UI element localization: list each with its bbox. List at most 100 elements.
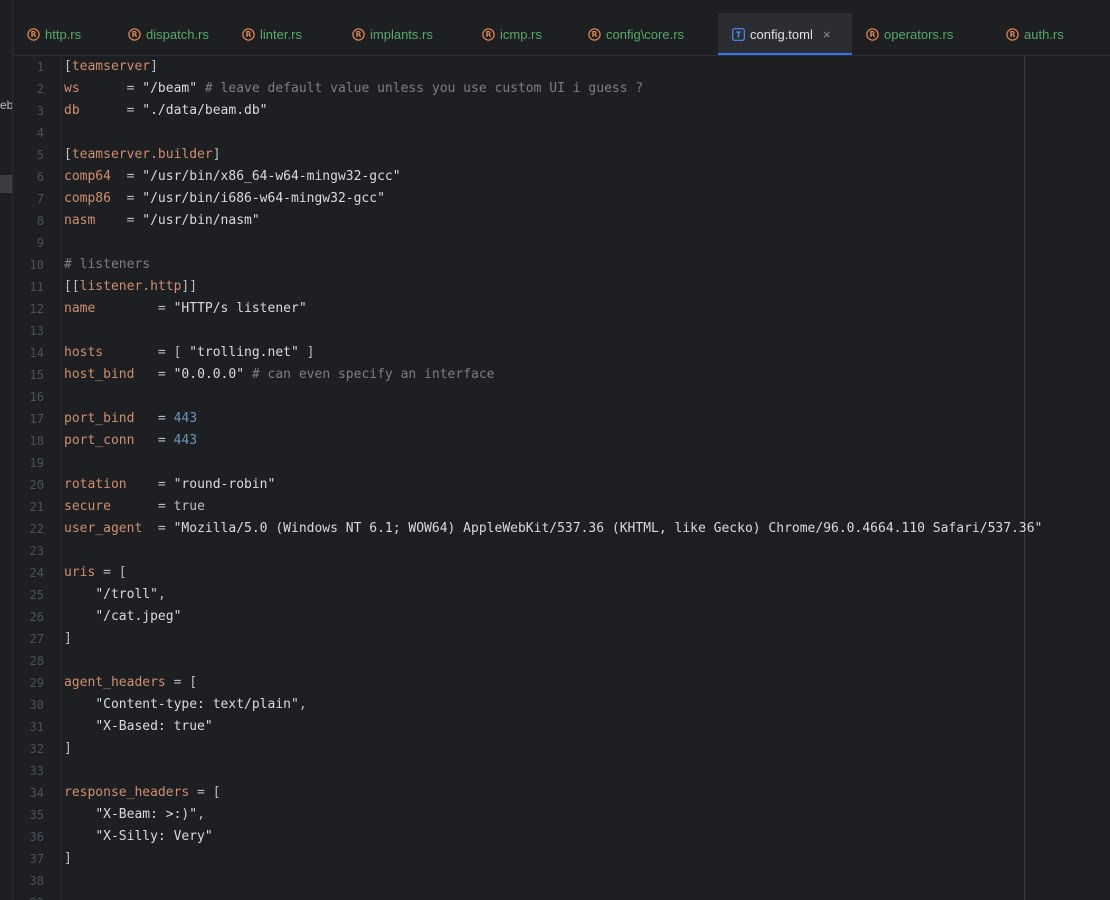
code-editor[interactable]: 1 2 3 4 5 6 7 8 9 10 11 12 13 14 15 16 17 18 19 20 21 22 23 24 2…: [13, 56, 1110, 900]
editor-tab-bar: Rhttp.rs Rdispatch.rs Rlinter.rs Rimplants.…: [13, 13, 1110, 56]
svg-text:R: R: [592, 30, 598, 39]
tab-config-core-rs[interactable]: Rconfig\core.rs: [574, 13, 718, 55]
code-line[interactable]: "X-Silly: Very": [64, 826, 212, 848]
punctuation: [64, 587, 95, 602]
code-line[interactable]: uris = [: [64, 562, 127, 584]
punctuation: [197, 81, 205, 96]
code-line[interactable]: name = "HTTP/s listener": [64, 298, 307, 320]
rust-file-icon: R: [588, 27, 601, 41]
code-line[interactable]: user_agent = "Mozilla/5.0 (Windows NT 6.…: [64, 518, 1042, 540]
right-margin-guide: [1024, 56, 1025, 900]
punctuation: ]: [64, 741, 72, 756]
rust-file-icon: R: [866, 27, 879, 41]
punctuation: = [: [95, 565, 127, 580]
punctuation: ]: [298, 345, 315, 360]
tab-icmp-rs[interactable]: Ricmp.rs: [468, 13, 574, 55]
line-number: 5: [36, 148, 44, 162]
punctuation: =: [79, 81, 143, 96]
line-number: 39: [13, 892, 44, 900]
tab-label: config\core.rs: [606, 26, 685, 42]
punctuation: [[: [64, 279, 80, 294]
svg-text:R: R: [246, 30, 252, 39]
punctuation: =: [110, 169, 143, 184]
line-number-gutter: 1 2 3 4 5 6 7 8 9 10 11 12 13 14 15 16 17 18 19 20 21 22 23 24 2…: [13, 56, 61, 900]
tab-auth-rs[interactable]: Rauth.rs: [992, 13, 1110, 55]
string-literal: "trolling.net": [189, 345, 299, 360]
string-literal: "/usr/bin/x86_64-w64-mingw32-gcc": [142, 169, 401, 184]
line-number: 3: [36, 104, 44, 118]
code-line[interactable]: port_bind = 443: [64, 408, 197, 430]
rust-file-icon: R: [482, 27, 495, 41]
tab-config-toml[interactable]: Tconfig.toml ×: [718, 13, 852, 55]
code-line[interactable]: ]: [64, 628, 72, 650]
code-line[interactable]: db = "./data/beam.db": [64, 100, 268, 122]
line-number: 15: [29, 368, 44, 382]
string-literal: "/usr/bin/i686-w64-mingw32-gcc": [142, 191, 385, 206]
tab-http-rs[interactable]: Rhttp.rs: [13, 13, 114, 55]
code-line[interactable]: host_bind = "0.0.0.0" # can even specify…: [64, 364, 495, 386]
code-line[interactable]: [[listener.http]]: [64, 276, 197, 298]
close-tab-icon[interactable]: ×: [823, 28, 831, 41]
code-line[interactable]: # listeners: [64, 254, 150, 276]
toml-key: secure: [64, 499, 111, 514]
toml-key: host_bind: [64, 367, 135, 382]
code-line[interactable]: "/cat.jpeg": [64, 606, 181, 628]
project-panel-edge[interactable]: eb: [0, 0, 13, 900]
project-tree-text-fragment: eb: [0, 98, 13, 112]
code-line[interactable]: "X-Beam: >:)",: [64, 804, 205, 826]
toml-key: teamserver: [71, 59, 151, 74]
svg-text:R: R: [132, 30, 138, 39]
punctuation: =: [134, 411, 174, 426]
code-line[interactable]: [teamserver.builder]: [64, 144, 221, 166]
code-line[interactable]: ws = "/beam" # leave default value unles…: [64, 78, 643, 100]
code-line[interactable]: ]: [64, 738, 72, 760]
line-number: 24: [29, 566, 44, 580]
punctuation: = [: [189, 785, 221, 800]
tab-dispatch-rs[interactable]: Rdispatch.rs: [114, 13, 228, 55]
code-line[interactable]: "Content-type: text/plain",: [64, 694, 306, 716]
line-number: 20: [29, 478, 44, 492]
punctuation: =: [95, 213, 143, 228]
line-number: 1: [36, 60, 44, 74]
punctuation: ]: [150, 59, 158, 74]
code-line[interactable]: hosts = [ "trolling.net" ]: [64, 342, 314, 364]
line-number: 38: [29, 874, 44, 888]
punctuation: =: [142, 521, 174, 536]
code-line[interactable]: agent_headers = [: [64, 672, 197, 694]
tab-implants-rs[interactable]: Rimplants.rs: [338, 13, 468, 55]
punctuation: true: [173, 499, 205, 514]
code-line[interactable]: [teamserver]: [64, 56, 158, 78]
toml-key: teamserver.builder: [71, 147, 213, 162]
code-line[interactable]: "/troll",: [64, 584, 166, 606]
number-literal: 443: [173, 411, 198, 426]
tab-label: icmp.rs: [500, 26, 542, 42]
code-line[interactable]: "X-Based: true": [64, 716, 212, 738]
tab-label: linter.rs: [260, 26, 302, 42]
toml-key: port_bind: [64, 411, 135, 426]
code-line[interactable]: comp86 = "/usr/bin/i686-w64-mingw32-gcc": [64, 188, 385, 210]
punctuation: =: [134, 367, 174, 382]
code-line[interactable]: response_headers = [: [64, 782, 221, 804]
code-line[interactable]: comp64 = "/usr/bin/x86_64-w64-mingw32-gc…: [64, 166, 401, 188]
line-number: 13: [29, 324, 44, 338]
string-literal: "X-Beam: >:)": [95, 807, 198, 822]
code-line[interactable]: port_conn = 443: [64, 430, 197, 452]
punctuation: [: [64, 147, 72, 162]
line-number: 9: [36, 236, 44, 250]
line-number: 4: [36, 126, 44, 140]
code-line[interactable]: secure = true: [64, 496, 205, 518]
line-number: 2: [36, 82, 44, 96]
tab-operators-rs[interactable]: Roperators.rs: [852, 13, 992, 55]
toml-key: comp86: [64, 191, 111, 206]
code-line[interactable]: rotation = "round-robin": [64, 474, 275, 496]
punctuation: ,: [157, 587, 166, 602]
tab-linter-rs[interactable]: Rlinter.rs: [228, 13, 338, 55]
line-number: 31: [29, 720, 44, 734]
code-line[interactable]: nasm = "/usr/bin/nasm": [64, 210, 260, 232]
line-number: 21: [29, 500, 44, 514]
punctuation: [: [64, 59, 72, 74]
tab-label: auth.rs: [1024, 26, 1064, 42]
comment: # leave default value unless you use cus…: [204, 81, 644, 96]
code-line[interactable]: ]: [64, 848, 72, 870]
ide-window: eb Rhttp.rs Rdispatch.rs Rlinter.rs Rimplan…: [0, 0, 1110, 900]
